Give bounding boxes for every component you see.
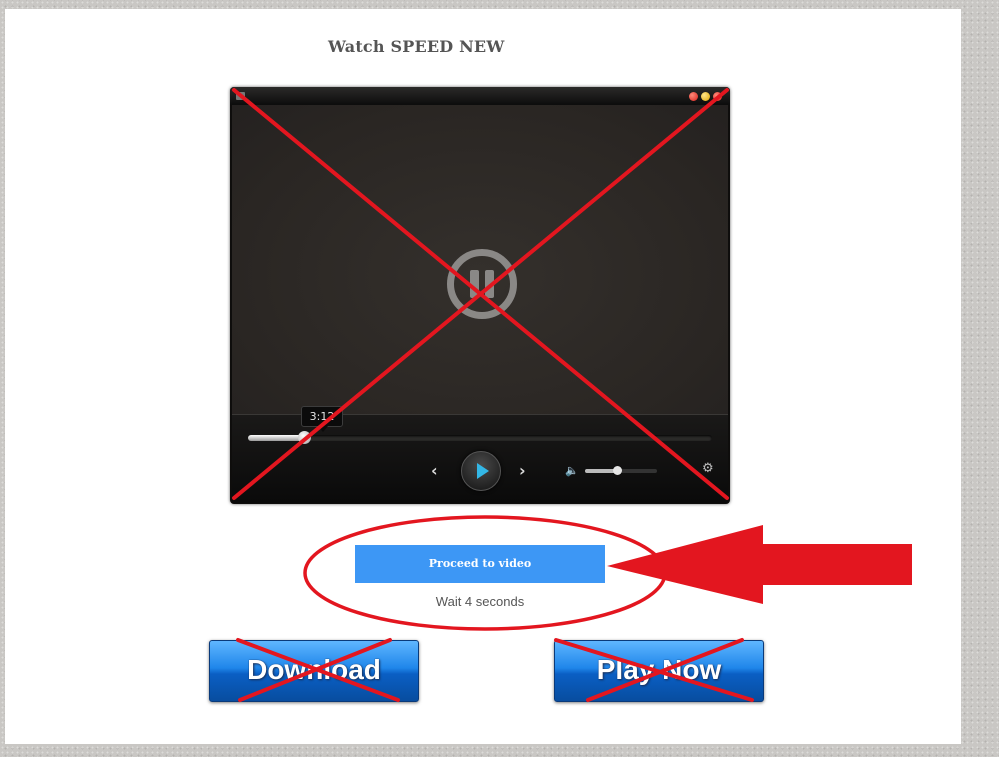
download-button[interactable]: Download	[209, 640, 419, 702]
player-controls: 3:12 ‹ › 🔈 ⚙	[232, 406, 728, 503]
video-screen[interactable]	[232, 105, 728, 414]
play-icon[interactable]	[461, 451, 501, 491]
page-title: Watch SPEED NEW	[328, 37, 505, 56]
window-menu-icon[interactable]	[236, 92, 245, 100]
video-player[interactable]: 3:12 ‹ › 🔈 ⚙	[230, 87, 730, 504]
volume-icon[interactable]: 🔈	[565, 464, 579, 477]
timeline-progress	[248, 435, 304, 441]
current-time-tooltip: 3:12	[301, 406, 343, 432]
pause-icon[interactable]	[447, 249, 517, 319]
window-minimize-icon[interactable]	[701, 92, 710, 101]
play-now-button[interactable]: Play Now	[554, 640, 764, 702]
volume-slider[interactable]	[585, 466, 657, 475]
gear-icon[interactable]: ⚙	[702, 461, 714, 476]
proceed-to-video-button[interactable]: Proceed to video	[355, 545, 605, 583]
window-maximize-icon[interactable]	[713, 92, 722, 101]
volume-handle[interactable]	[613, 466, 623, 475]
wait-countdown-text: Wait 4 seconds	[435, 594, 525, 609]
timeline-handle[interactable]	[297, 431, 311, 444]
window-close-icon[interactable]	[689, 92, 698, 101]
chevron-right-icon[interactable]: ›	[519, 461, 526, 480]
chevron-left-icon[interactable]: ‹	[431, 461, 438, 480]
timeline-slider[interactable]: 3:12	[248, 406, 712, 444]
player-titlebar	[230, 87, 730, 105]
